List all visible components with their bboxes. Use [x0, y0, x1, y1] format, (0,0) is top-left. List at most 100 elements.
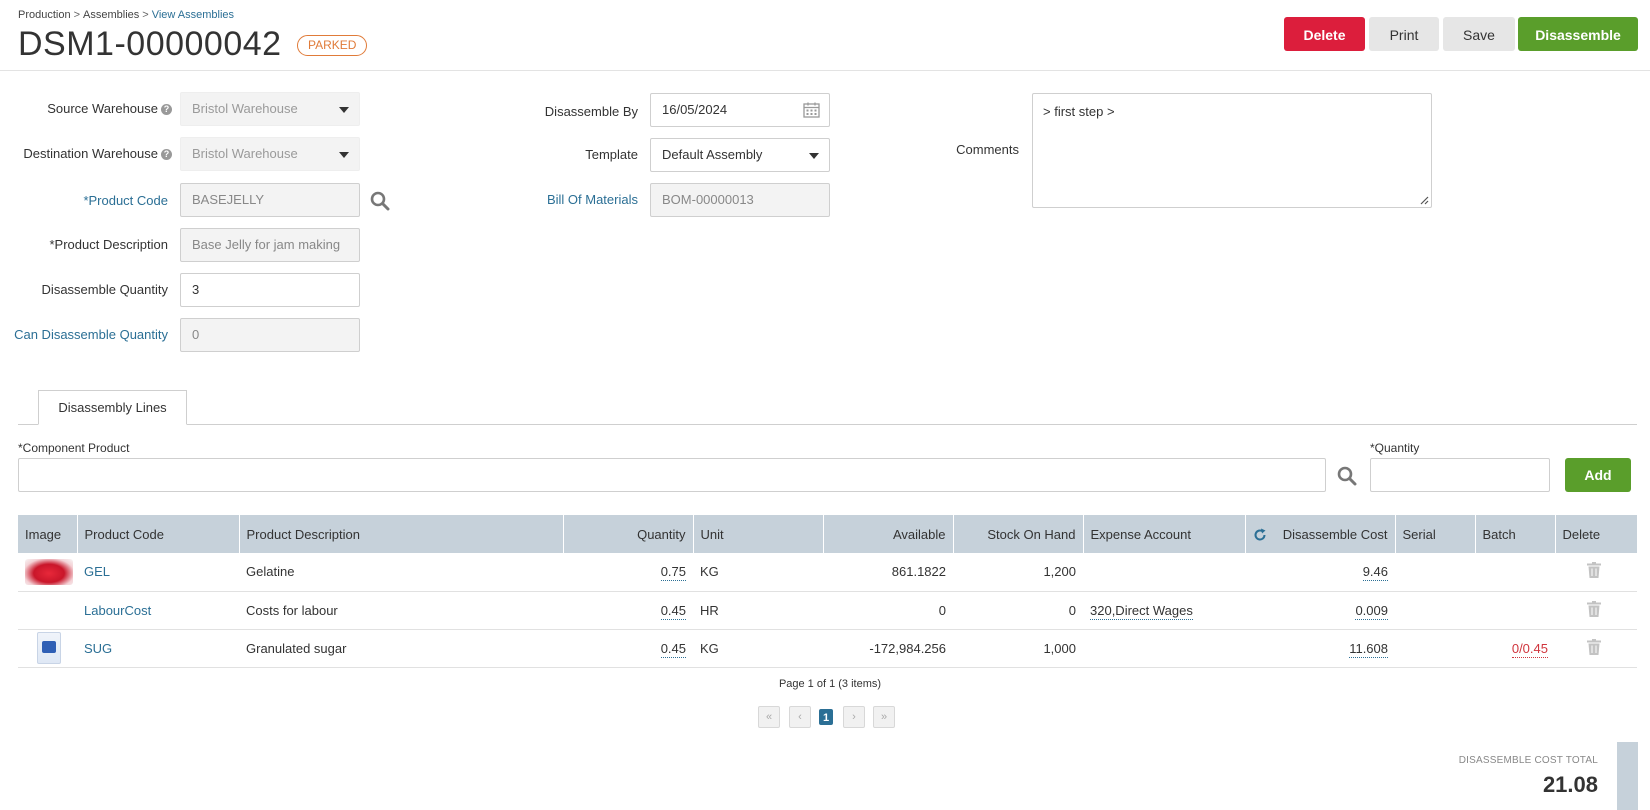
col-expense-account[interactable]: Expense Account: [1083, 515, 1246, 553]
row-delete[interactable]: [1555, 629, 1637, 668]
col-stock-on-hand[interactable]: Stock On Hand: [953, 515, 1084, 553]
next-page-button[interactable]: ›: [843, 706, 865, 728]
table-header-row: Image Product Code Product Description Q…: [18, 515, 1638, 553]
first-page-button[interactable]: «: [758, 706, 780, 728]
help-icon[interactable]: ?: [161, 104, 172, 115]
search-icon[interactable]: [370, 191, 390, 211]
row-serial: [1395, 629, 1475, 668]
search-icon[interactable]: [1337, 466, 1357, 486]
row-disassemble-cost[interactable]: 9.46: [1245, 553, 1395, 592]
disassemble-by-label: Disassemble By: [544, 104, 638, 119]
row-product-description: Granulated sugar: [239, 629, 563, 668]
product-code-field[interactable]: BASEJELLY: [180, 183, 360, 217]
breadcrumb-assemblies[interactable]: Assemblies: [83, 9, 139, 21]
comments-label: Comments: [956, 142, 1019, 157]
row-batch[interactable]: 0/0.45: [1475, 629, 1555, 668]
col-product-description[interactable]: Product Description: [239, 515, 564, 553]
row-available: 861.1822: [823, 553, 953, 592]
pagination-summary: Page 1 of 1 (3 items): [778, 678, 882, 690]
product-code-label[interactable]: *Product Code: [83, 193, 168, 208]
source-warehouse-select[interactable]: Bristol Warehouse: [180, 92, 360, 126]
row-image: [18, 553, 77, 592]
row-unit: KG: [693, 553, 823, 592]
row-product-description: Gelatine: [239, 553, 563, 592]
can-disassemble-quantity-label[interactable]: Can Disassemble Quantity: [14, 327, 168, 342]
trash-icon[interactable]: [1587, 638, 1601, 655]
page-1-button[interactable]: 1: [819, 709, 833, 725]
print-button[interactable]: Print: [1369, 17, 1439, 51]
refresh-icon[interactable]: [1253, 528, 1267, 542]
status-badge: PARKED: [297, 35, 368, 56]
comments-text: > first step >: [1043, 104, 1115, 119]
template-label: Template: [585, 147, 638, 162]
trash-icon[interactable]: [1587, 600, 1601, 617]
col-quantity[interactable]: Quantity: [563, 515, 694, 553]
quantity-input[interactable]: [1370, 458, 1550, 492]
tab-divider: [18, 424, 1637, 425]
row-delete[interactable]: [1555, 591, 1637, 630]
destination-warehouse-select[interactable]: Bristol Warehouse: [180, 137, 360, 171]
row-batch[interactable]: [1475, 591, 1555, 630]
resize-handle-icon[interactable]: [1419, 195, 1429, 205]
quantity-label: *Quantity: [1370, 441, 1420, 455]
row-available: 0: [823, 591, 953, 630]
row-quantity[interactable]: 0.45: [563, 629, 693, 668]
chevron-down-icon: [809, 153, 819, 159]
disassemble-button[interactable]: Disassemble: [1518, 17, 1638, 51]
row-quantity[interactable]: 0.45: [563, 591, 693, 630]
row-product-code[interactable]: SUG: [77, 629, 239, 668]
row-expense-account[interactable]: 320,Direct Wages: [1083, 591, 1245, 630]
row-expense-account[interactable]: [1083, 553, 1245, 592]
col-serial[interactable]: Serial: [1395, 515, 1476, 553]
breadcrumb: Production > Assemblies > View Assemblies: [18, 9, 234, 21]
save-button[interactable]: Save: [1443, 17, 1515, 51]
page-title: DSM1-00000042: [18, 25, 282, 63]
col-available[interactable]: Available: [823, 515, 954, 553]
last-page-button[interactable]: »: [873, 706, 895, 728]
col-unit[interactable]: Unit: [693, 515, 824, 553]
row-product-code[interactable]: GEL: [77, 553, 239, 592]
bill-of-materials-label[interactable]: Bill Of Materials: [547, 192, 638, 207]
col-batch[interactable]: Batch: [1475, 515, 1556, 553]
row-disassemble-cost[interactable]: 11.608: [1245, 629, 1395, 668]
row-expense-account[interactable]: [1083, 629, 1245, 668]
breadcrumb-view-assemblies[interactable]: View Assemblies: [152, 9, 234, 21]
jelly-thumbnail: [25, 558, 73, 585]
row-disassemble-cost[interactable]: 0.009: [1245, 591, 1395, 630]
disassemble-quantity-input[interactable]: 3: [180, 273, 360, 307]
calendar-icon[interactable]: [803, 102, 820, 118]
row-batch[interactable]: [1475, 553, 1555, 592]
product-description-field[interactable]: Base Jelly for jam making: [180, 228, 360, 262]
col-product-code[interactable]: Product Code: [77, 515, 240, 553]
disassemble-cost-total-label: DISASSEMBLE COST TOTAL: [1458, 755, 1598, 766]
breadcrumb-separator: >: [142, 9, 149, 21]
can-disassemble-quantity-field: 0: [180, 318, 360, 352]
source-warehouse-label: Source Warehouse?: [47, 101, 172, 116]
row-serial: [1395, 591, 1475, 630]
breadcrumb-production[interactable]: Production: [18, 9, 71, 21]
template-select[interactable]: Default Assembly: [650, 138, 830, 172]
row-delete[interactable]: [1555, 553, 1637, 592]
chevron-down-icon: [339, 107, 349, 113]
delete-button[interactable]: Delete: [1284, 17, 1365, 51]
trash-icon[interactable]: [1587, 562, 1601, 579]
sugar-bag-thumbnail: [37, 632, 61, 664]
comments-textarea[interactable]: > first step >: [1032, 93, 1432, 208]
component-product-input[interactable]: [18, 458, 1326, 492]
row-stock-on-hand: 1,000: [953, 629, 1083, 668]
row-product-code[interactable]: LabourCost: [77, 591, 239, 630]
tab-disassembly-lines[interactable]: Disassembly Lines: [38, 390, 187, 425]
product-description-label: *Product Description: [49, 237, 169, 252]
prev-page-button[interactable]: ‹: [789, 706, 811, 728]
disassemble-by-date-input[interactable]: 16/05/2024: [650, 93, 830, 127]
help-icon[interactable]: ?: [161, 149, 172, 160]
table-row: LabourCost Costs for labour 0.45 HR 0 0 …: [18, 591, 1637, 630]
row-unit: HR: [693, 591, 823, 630]
table-row: SUG Granulated sugar 0.45 KG -172,984.25…: [18, 629, 1637, 668]
row-stock-on-hand: 0: [953, 591, 1083, 630]
row-quantity[interactable]: 0.75: [563, 553, 693, 592]
add-button[interactable]: Add: [1565, 458, 1631, 492]
disassembly-lines-table: Image Product Code Product Description Q…: [18, 515, 1638, 668]
bill-of-materials-field: BOM-00000013: [650, 183, 830, 217]
col-disassemble-cost[interactable]: Disassemble Cost: [1245, 515, 1396, 553]
